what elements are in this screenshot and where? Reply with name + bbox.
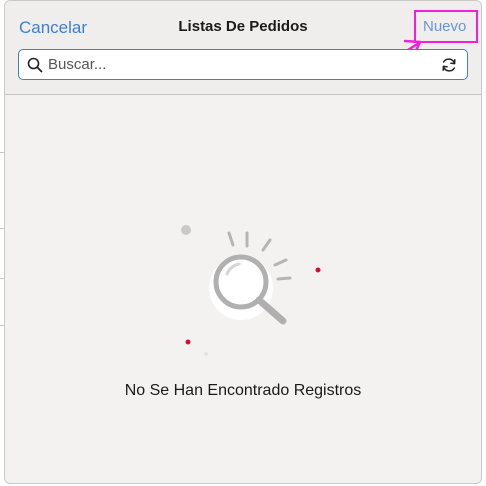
- magnifier-illustration-icon: [181, 225, 321, 356]
- refresh-icon[interactable]: [440, 56, 458, 74]
- search-bar: [18, 49, 468, 80]
- search-input[interactable]: [48, 50, 428, 79]
- empty-state-message: No Se Han Encontrado Registros: [124, 382, 362, 399]
- modal-title: Listas De Pedidos: [178, 18, 308, 35]
- order-lists-modal: Cancelar Listas De Pedidos Nuevo Buscar.…: [4, 0, 482, 484]
- modal-header: Cancelar Listas De Pedidos Nuevo: [5, 1, 481, 95]
- search-icon: [27, 57, 43, 73]
